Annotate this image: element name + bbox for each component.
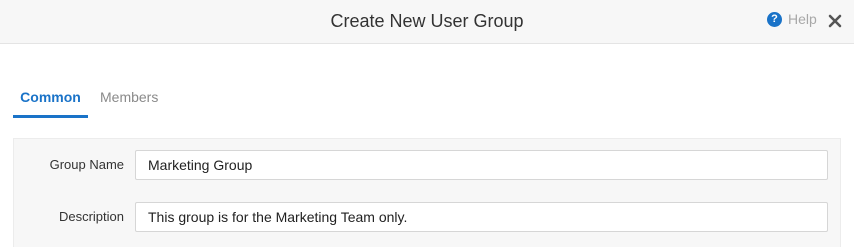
- question-circle-icon: ?: [767, 11, 782, 27]
- group-name-input[interactable]: [135, 150, 828, 180]
- close-button[interactable]: [826, 12, 844, 30]
- description-label: Description: [58, 209, 124, 224]
- help-button[interactable]: ? Help: [767, 11, 817, 27]
- description-input[interactable]: [135, 202, 828, 232]
- close-icon: [828, 14, 842, 28]
- create-user-group-dialog: Create New User Group ? Help Common Memb…: [0, 0, 854, 247]
- form-panel: Group Name Description: [13, 138, 841, 247]
- tab-common[interactable]: Common: [13, 80, 88, 118]
- help-label: Help: [788, 11, 817, 27]
- dialog-header: Create New User Group ? Help: [0, 0, 854, 44]
- tab-members[interactable]: Members: [100, 80, 158, 116]
- dialog-title: Create New User Group: [330, 11, 524, 31]
- group-name-label: Group Name: [49, 157, 124, 172]
